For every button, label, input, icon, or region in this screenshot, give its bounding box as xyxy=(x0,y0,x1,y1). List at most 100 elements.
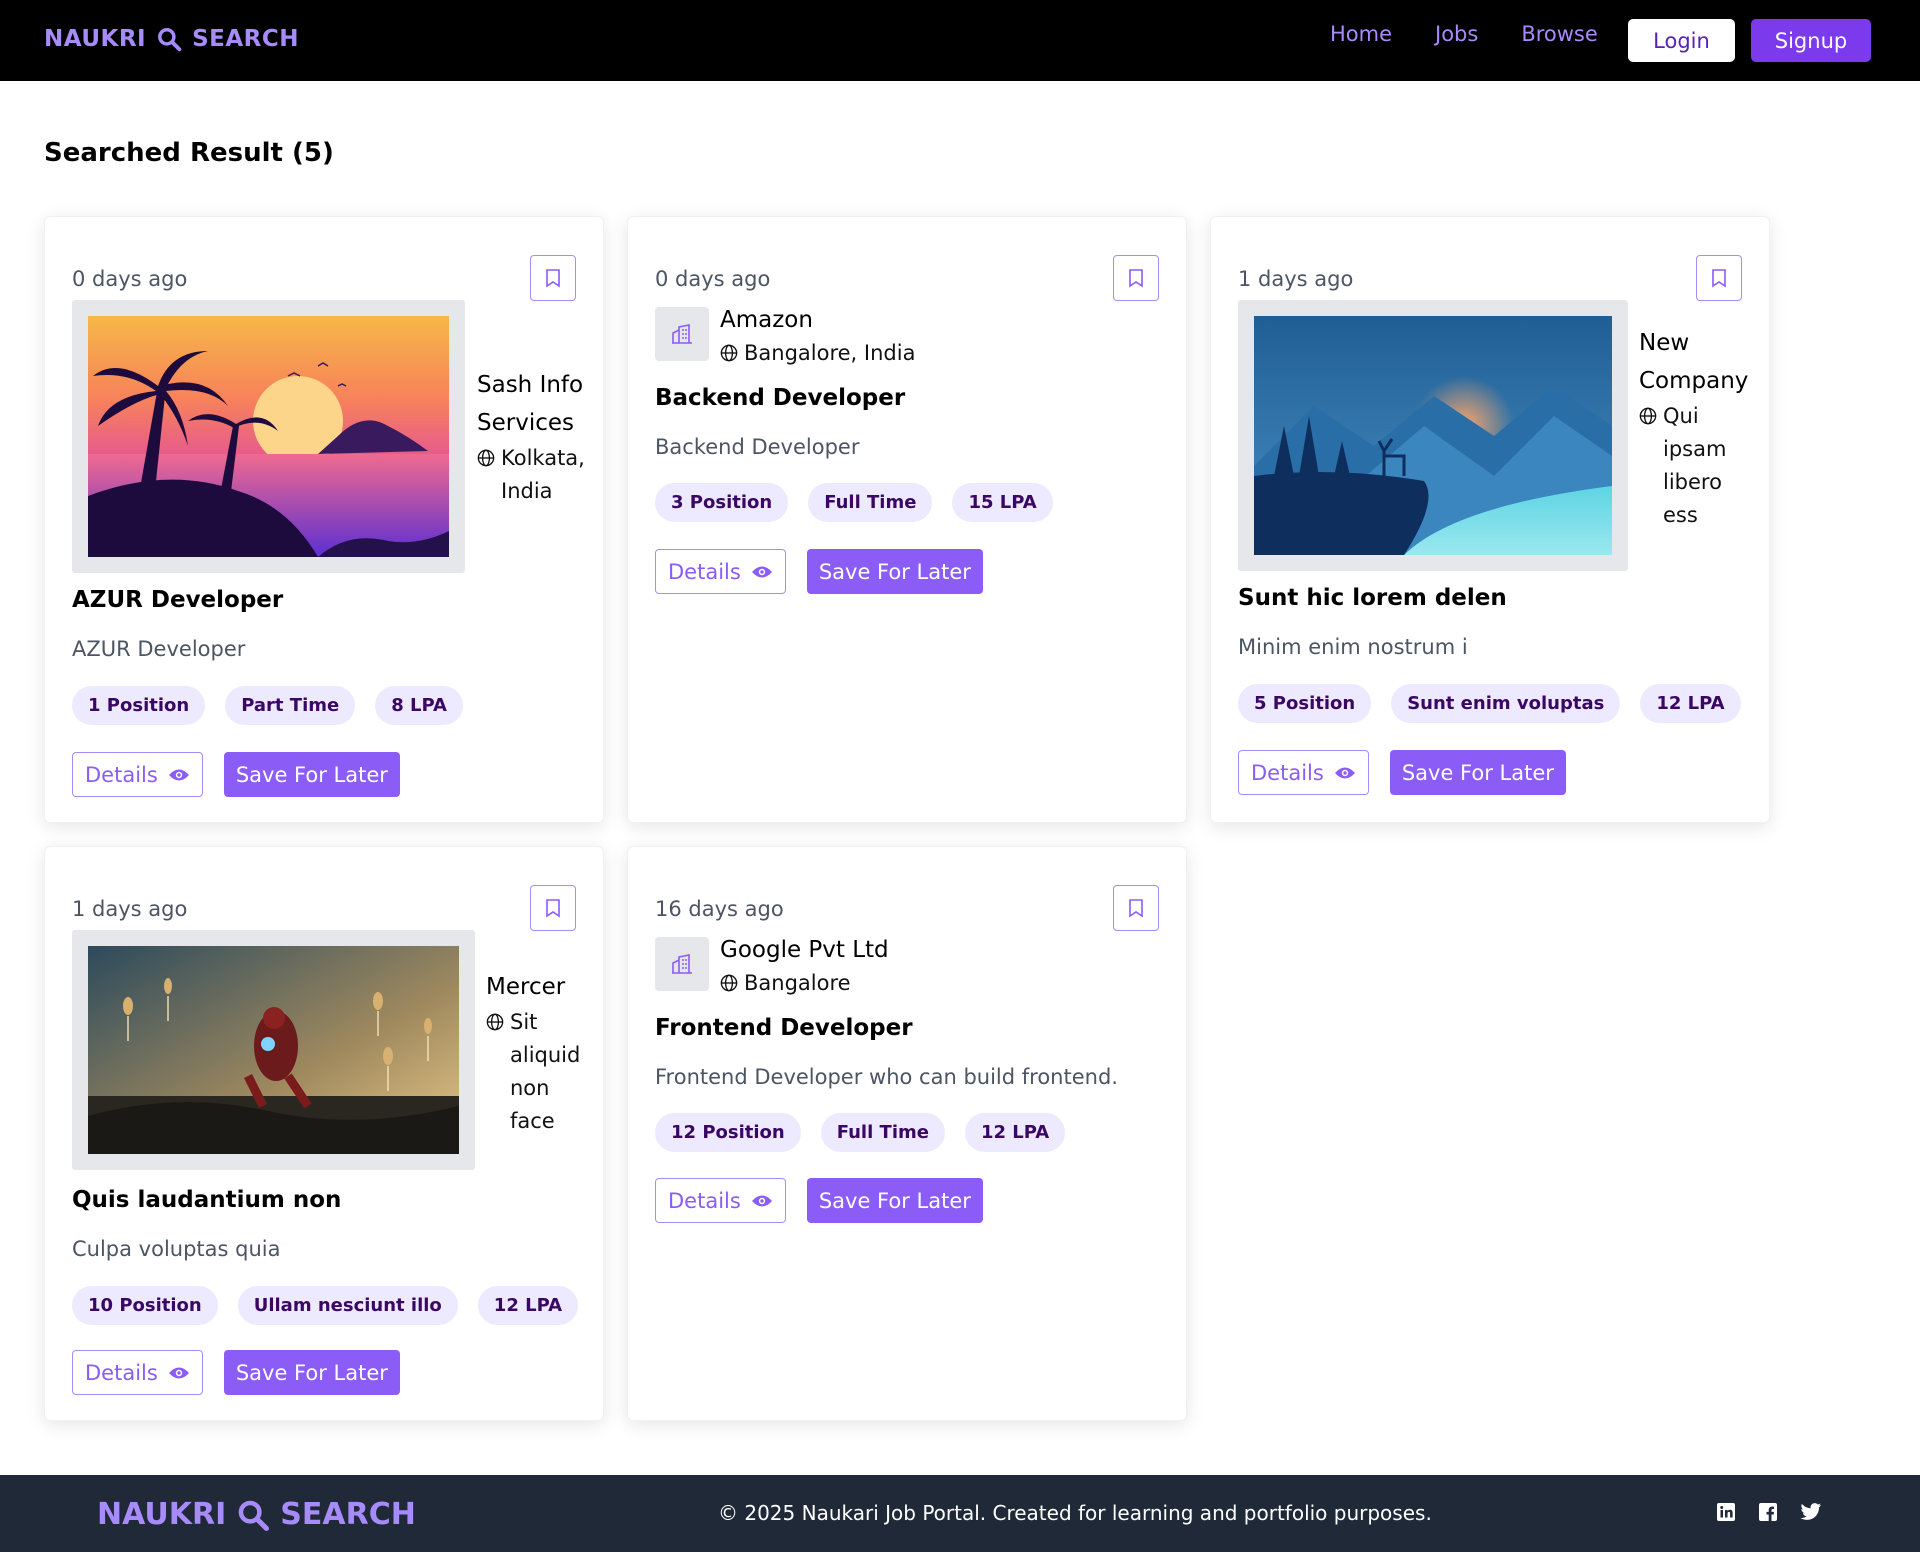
job-type-badge: Full Time xyxy=(820,1113,945,1152)
company-location: Kolkata, India xyxy=(477,442,587,508)
details-button[interactable]: Details xyxy=(655,549,786,594)
job-description: Minim enim nostrum i xyxy=(1238,635,1468,659)
posted-time: 1 days ago xyxy=(72,897,188,921)
positions-badge: 5 Position xyxy=(1238,684,1372,723)
details-label: Details xyxy=(668,1188,741,1213)
job-description: AZUR Developer xyxy=(72,637,246,661)
twitter-icon[interactable] xyxy=(1800,1502,1822,1524)
posted-time: 16 days ago xyxy=(655,897,784,921)
bookmark-button[interactable] xyxy=(1696,255,1742,301)
globe-icon xyxy=(486,1013,504,1031)
details-button[interactable]: Details xyxy=(655,1178,786,1223)
company-name: New Company xyxy=(1639,330,1749,394)
positions-badge: 3 Position xyxy=(655,483,789,522)
search-icon xyxy=(238,1500,270,1531)
save-for-later-button[interactable]: Save For Later xyxy=(223,752,400,797)
bookmark-button[interactable] xyxy=(1113,255,1159,301)
details-label: Details xyxy=(85,1360,158,1385)
location-text: Sit aliquid non face xyxy=(510,1010,581,1133)
company-name: Google Pvt Ltd xyxy=(720,937,889,963)
brand-name: NAUKRI xyxy=(44,26,147,52)
bookmark-button[interactable] xyxy=(530,255,576,301)
job-card: 16 days ago Google Pvt Ltd Bangalore Fro… xyxy=(627,846,1187,1421)
signup-button[interactable]: Signup xyxy=(1751,19,1871,62)
job-card: 1 days ago New Company Qui ipsam libero … xyxy=(1210,216,1770,823)
footer-brand-suffix: SEARCH xyxy=(280,1497,416,1532)
linkedin-icon[interactable] xyxy=(1716,1502,1738,1524)
posted-time: 1 days ago xyxy=(1238,267,1354,291)
sunset-palm-illustration xyxy=(88,316,449,557)
details-label: Details xyxy=(1251,760,1324,785)
nav-link-browse[interactable]: Browse xyxy=(1521,22,1597,46)
job-type-badge: Part Time xyxy=(225,686,356,725)
positions-badge: 12 Position xyxy=(655,1113,801,1152)
job-title: Frontend Developer xyxy=(655,1015,913,1041)
eye-icon xyxy=(168,769,189,780)
footer-brand-logo[interactable]: NAUKRI SEARCH xyxy=(97,1497,416,1532)
eye-icon xyxy=(751,1195,772,1206)
location-text: Bangalore, India xyxy=(744,341,916,365)
company-image xyxy=(72,930,475,1170)
facebook-icon[interactable] xyxy=(1758,1502,1780,1524)
bookmark-icon xyxy=(1129,899,1143,918)
nav-links: Home Jobs Browse xyxy=(1330,22,1598,46)
bookmark-button[interactable] xyxy=(530,885,576,931)
save-for-later-button[interactable]: Save For Later xyxy=(223,1350,400,1395)
save-for-later-button[interactable]: Save For Later xyxy=(806,1178,983,1223)
globe-icon xyxy=(720,344,738,362)
details-button[interactable]: Details xyxy=(72,752,203,797)
login-button[interactable]: Login xyxy=(1628,19,1735,62)
bookmark-button[interactable] xyxy=(1113,885,1159,931)
nav-link-home[interactable]: Home xyxy=(1330,22,1392,46)
bookmark-icon xyxy=(1129,269,1143,288)
armored-hero-photo xyxy=(88,946,459,1154)
company-location: Sit aliquid non face xyxy=(486,1006,581,1138)
company-location: Qui ipsam libero ess xyxy=(1639,400,1744,532)
job-description: Backend Developer xyxy=(655,435,860,459)
job-type-badge: Full Time xyxy=(808,483,933,522)
social-links xyxy=(1716,1502,1822,1524)
footer: NAUKRI SEARCH © 2025 Naukari Job Portal.… xyxy=(0,1475,1920,1552)
company-name: Mercer xyxy=(486,974,566,1000)
salary-badge: 12 LPA xyxy=(964,1113,1066,1152)
bookmark-icon xyxy=(1712,269,1726,288)
mountain-deer-illustration xyxy=(1254,316,1612,555)
details-label: Details xyxy=(85,762,158,787)
job-description: Frontend Developer who can build fronten… xyxy=(655,1065,1118,1089)
bookmark-icon xyxy=(546,269,560,288)
company-logo xyxy=(655,307,709,361)
salary-badge: 12 LPA xyxy=(477,1286,579,1325)
salary-badge: 15 LPA xyxy=(952,483,1053,522)
positions-badge: 10 Position xyxy=(72,1286,218,1325)
globe-icon xyxy=(477,449,495,467)
salary-badge: 12 LPA xyxy=(1640,684,1741,723)
location-text: Bangalore xyxy=(744,971,851,995)
job-title: Sunt hic lorem delen xyxy=(1238,585,1507,611)
job-card: 0 days ago Sash Info Services Kolkata, I… xyxy=(44,216,604,823)
bookmark-icon xyxy=(546,899,560,918)
job-description: Culpa voluptas quia xyxy=(72,1237,281,1261)
job-title: AZUR Developer xyxy=(72,587,284,613)
nav-link-jobs[interactable]: Jobs xyxy=(1435,22,1478,46)
eye-icon xyxy=(751,566,772,577)
company-image xyxy=(72,300,465,573)
footer-brand-name: NAUKRI xyxy=(97,1497,227,1532)
save-for-later-button[interactable]: Save For Later xyxy=(1389,750,1566,795)
company-location: Bangalore, India xyxy=(720,337,915,370)
location-text: Qui ipsam libero ess xyxy=(1663,404,1727,527)
brand-logo[interactable]: NAUKRI SEARCH xyxy=(44,26,299,52)
search-icon xyxy=(158,28,182,52)
building-icon xyxy=(672,954,692,974)
details-label: Details xyxy=(668,559,741,584)
job-title: Backend Developer xyxy=(655,385,906,411)
save-for-later-button[interactable]: Save For Later xyxy=(806,549,983,594)
company-location: Bangalore xyxy=(720,967,889,1000)
details-button[interactable]: Details xyxy=(1238,750,1369,795)
details-button[interactable]: Details xyxy=(72,1350,203,1395)
job-title: Quis laudantium non xyxy=(72,1187,342,1213)
globe-icon xyxy=(1639,407,1657,425)
posted-time: 0 days ago xyxy=(655,267,771,291)
positions-badge: 1 Position xyxy=(72,686,206,725)
job-card: 1 days ago Mercer Sit aliquid non face Q… xyxy=(44,846,604,1421)
brand-suffix: SEARCH xyxy=(192,26,300,52)
